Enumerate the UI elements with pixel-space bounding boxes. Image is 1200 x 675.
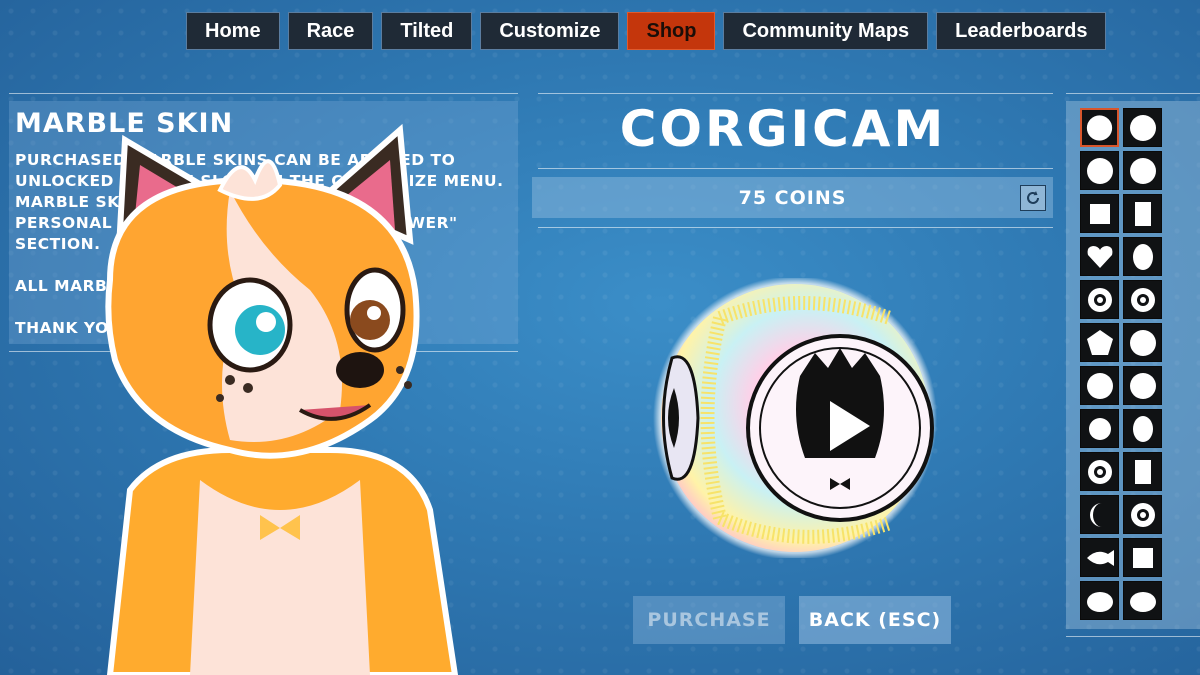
skin-slot[interactable] (1080, 366, 1119, 405)
divider (1066, 93, 1200, 94)
skin-slot[interactable] (1123, 280, 1162, 319)
item-price: 75 COINS (738, 186, 847, 209)
alien-head-icon (1132, 415, 1153, 442)
skin-slot[interactable] (1123, 581, 1162, 620)
skin-grid (1080, 108, 1162, 620)
skin-slot[interactable] (1080, 538, 1119, 577)
eye-ring-icon (1087, 459, 1112, 484)
nav-shop-button[interactable]: Shop (627, 12, 716, 50)
pentagon-shape-icon (1086, 329, 1113, 355)
nav-community-maps-button[interactable]: Community Maps (723, 12, 929, 50)
purchase-button[interactable]: PURCHASE (633, 596, 785, 644)
skin-slot[interactable] (1123, 194, 1162, 233)
refresh-icon (1027, 191, 1039, 204)
back-button[interactable]: BACK (ESC) (799, 596, 951, 644)
skin-slot[interactable] (1080, 280, 1119, 319)
corgi-avatar (105, 123, 459, 675)
nav-leaderboards-button[interactable]: Leaderboards (936, 12, 1107, 50)
skin-slot[interactable] (1123, 366, 1162, 405)
skin-slot[interactable] (1123, 323, 1162, 362)
divider (9, 93, 518, 94)
bird-icon (1129, 591, 1156, 612)
divider (538, 168, 1053, 169)
divider (538, 93, 1053, 94)
skin-slot[interactable] (1123, 237, 1162, 276)
dotted-sphere-icon (1130, 502, 1155, 527)
flower-circle-icon (1087, 287, 1112, 312)
skin-slot[interactable] (1080, 108, 1119, 147)
skin-slot[interactable] (1123, 151, 1162, 190)
skin-slot[interactable] (1080, 452, 1119, 491)
square-icon (1089, 203, 1110, 224)
divider (538, 227, 1053, 228)
divider (1066, 636, 1200, 637)
skin-grid-panel (1066, 101, 1200, 629)
circle-icon (1129, 114, 1156, 141)
tall-box-icon (1134, 201, 1151, 226)
nav-customize-button[interactable]: Customize (480, 12, 620, 50)
panda-face-icon (1129, 157, 1156, 184)
blob-icon (1086, 372, 1113, 399)
heart-icon (1087, 245, 1112, 268)
skin-slot[interactable] (1123, 538, 1162, 577)
skin-slot[interactable] (1080, 151, 1119, 190)
top-nav: Home Race Tilted Customize Shop Communit… (186, 12, 1107, 50)
circle-icon (1086, 114, 1113, 141)
skin-slot[interactable] (1080, 237, 1119, 276)
soccer-ball-icon (1129, 329, 1156, 356)
skin-slot[interactable] (1123, 495, 1162, 534)
skin-slot[interactable] (1123, 452, 1162, 491)
egg-icon (1132, 243, 1153, 270)
fish-icon (1086, 549, 1114, 566)
pumpkin-icon (1129, 372, 1156, 399)
circle-small-icon (1088, 417, 1111, 440)
skin-slot[interactable] (1080, 323, 1119, 362)
gear-circle-icon (1130, 287, 1155, 312)
skin-slot[interactable] (1080, 194, 1119, 233)
nav-tilted-button[interactable]: Tilted (381, 12, 473, 50)
skin-slot[interactable] (1080, 409, 1119, 448)
circle-rough-icon (1086, 157, 1113, 184)
nav-race-button[interactable]: Race (287, 12, 374, 50)
square-block-icon (1132, 547, 1153, 568)
item-name: CORGICAM (619, 100, 947, 158)
marble-preview (653, 278, 937, 558)
refresh-button[interactable] (1020, 185, 1046, 211)
cup-icon (1134, 459, 1151, 484)
skin-slot[interactable] (1123, 108, 1162, 147)
price-bar: 75 COINS (532, 177, 1053, 218)
turtle-icon (1086, 591, 1113, 612)
half-moon-icon (1089, 502, 1102, 527)
skin-slot[interactable] (1080, 495, 1119, 534)
skin-slot[interactable] (1080, 581, 1119, 620)
nav-home-button[interactable]: Home (186, 12, 280, 50)
skin-slot[interactable] (1123, 409, 1162, 448)
